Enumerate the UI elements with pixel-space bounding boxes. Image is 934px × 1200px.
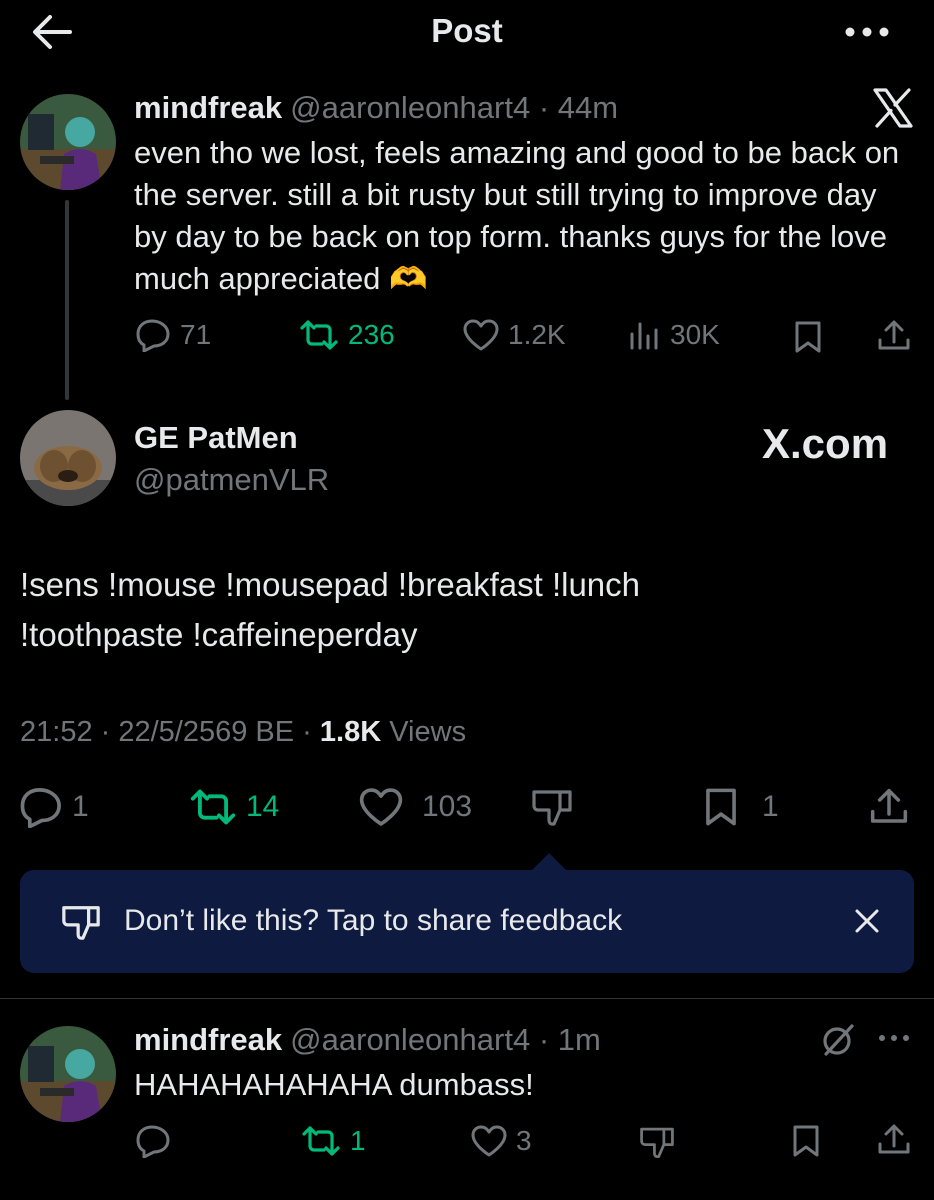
more-options-icon[interactable] bbox=[842, 20, 892, 44]
reply-count: 1 bbox=[72, 790, 89, 823]
views-count: 30K bbox=[670, 319, 720, 350]
like-count: 3 bbox=[516, 1125, 532, 1156]
repost-count: 236 bbox=[348, 319, 395, 350]
post-time: 44m bbox=[557, 90, 619, 125]
author-name[interactable]: GE PatMen bbox=[134, 420, 298, 456]
repost-icon bbox=[190, 789, 236, 825]
like-count: 103 bbox=[422, 790, 473, 823]
feedback-text[interactable]: Don’t like this? Tap to share feedback bbox=[124, 904, 622, 938]
heart-icon bbox=[359, 788, 403, 826]
like-count: 1.2K bbox=[508, 319, 566, 350]
avatar[interactable] bbox=[20, 1026, 116, 1122]
avatar[interactable] bbox=[20, 410, 116, 506]
repost-count: 1 bbox=[350, 1125, 366, 1156]
divider bbox=[0, 998, 934, 999]
views-chart-icon bbox=[630, 322, 658, 350]
reply-button[interactable]: 71 bbox=[136, 318, 211, 352]
x-logo-icon bbox=[872, 88, 914, 128]
bookmark-button[interactable]: 1 bbox=[702, 786, 779, 828]
reply-icon bbox=[136, 1125, 170, 1158]
reply-icon bbox=[20, 788, 61, 828]
dislike-button[interactable] bbox=[530, 786, 574, 828]
grok-icon[interactable] bbox=[820, 1022, 856, 1058]
x-com-watermark: X.com bbox=[762, 420, 889, 467]
post-time: 1m bbox=[557, 1022, 601, 1057]
author-handle[interactable]: @aaronleonhart4 bbox=[290, 1022, 530, 1057]
like-button[interactable]: 103 bbox=[358, 786, 472, 828]
close-icon[interactable] bbox=[854, 908, 880, 934]
author-name[interactable]: mindfreak bbox=[134, 90, 282, 125]
reply-button[interactable] bbox=[136, 1124, 172, 1158]
post-text: HAHAHAHAHAHA dumbass! bbox=[134, 1067, 534, 1102]
share-icon[interactable] bbox=[876, 1122, 912, 1158]
like-button[interactable]: 1.2K bbox=[462, 318, 566, 352]
author-name[interactable]: mindfreak bbox=[134, 1022, 282, 1057]
thumbs-down-icon bbox=[58, 902, 104, 942]
like-button[interactable]: 3 bbox=[470, 1124, 532, 1158]
repost-button[interactable]: 236 bbox=[298, 318, 395, 352]
views-count: 1.8K bbox=[319, 716, 382, 748]
heart-icon bbox=[471, 1125, 507, 1157]
author-handle[interactable]: @patmenVLR bbox=[134, 462, 329, 498]
reply-count: 71 bbox=[180, 319, 212, 350]
reply-icon bbox=[136, 319, 170, 352]
repost-button[interactable]: 1 bbox=[300, 1124, 366, 1158]
views-label: Views bbox=[389, 716, 467, 748]
post-header: mindfreak @aaronleonhart4 · 1m bbox=[134, 1022, 601, 1057]
page-title: Post bbox=[431, 12, 503, 49]
repost-icon bbox=[300, 320, 338, 350]
heart-icon bbox=[463, 319, 499, 351]
bookmark-count: 1 bbox=[762, 790, 779, 823]
more-options-icon[interactable] bbox=[876, 1032, 912, 1044]
post-time: 21:52 bbox=[20, 716, 93, 748]
repost-count: 14 bbox=[246, 790, 280, 823]
author-handle[interactable]: @aaronleonhart4 bbox=[290, 90, 530, 125]
thumbs-down-icon[interactable] bbox=[638, 1124, 676, 1160]
reply-button[interactable]: 1 bbox=[20, 786, 89, 828]
feedback-banner[interactable]: Don’t like this? Tap to share feedback bbox=[20, 870, 914, 973]
bookmark-icon[interactable] bbox=[792, 320, 824, 354]
feedback-pointer bbox=[531, 853, 567, 871]
thread-line bbox=[65, 200, 69, 400]
bookmark-icon[interactable] bbox=[790, 1124, 822, 1158]
share-icon[interactable] bbox=[876, 318, 912, 354]
share-icon[interactable] bbox=[868, 786, 910, 828]
post-meta: 21:52 · 22/5/2569 BE · 1.8K Views bbox=[20, 716, 467, 748]
avatar[interactable] bbox=[20, 94, 116, 190]
thumbs-down-icon bbox=[532, 790, 572, 826]
repost-icon bbox=[302, 1126, 340, 1156]
post-header: mindfreak @aaronleonhart4 · 44m bbox=[134, 90, 619, 125]
post-date: 22/5/2569 BE bbox=[118, 716, 295, 748]
post-text: !sens !mouse !mousepad !breakfast !lunch… bbox=[20, 566, 641, 653]
bookmark-icon bbox=[706, 788, 736, 826]
repost-button[interactable]: 14 bbox=[188, 786, 279, 828]
views-button[interactable]: 30K bbox=[628, 318, 720, 352]
post-text: even tho we lost, feels amazing and good… bbox=[134, 135, 900, 296]
